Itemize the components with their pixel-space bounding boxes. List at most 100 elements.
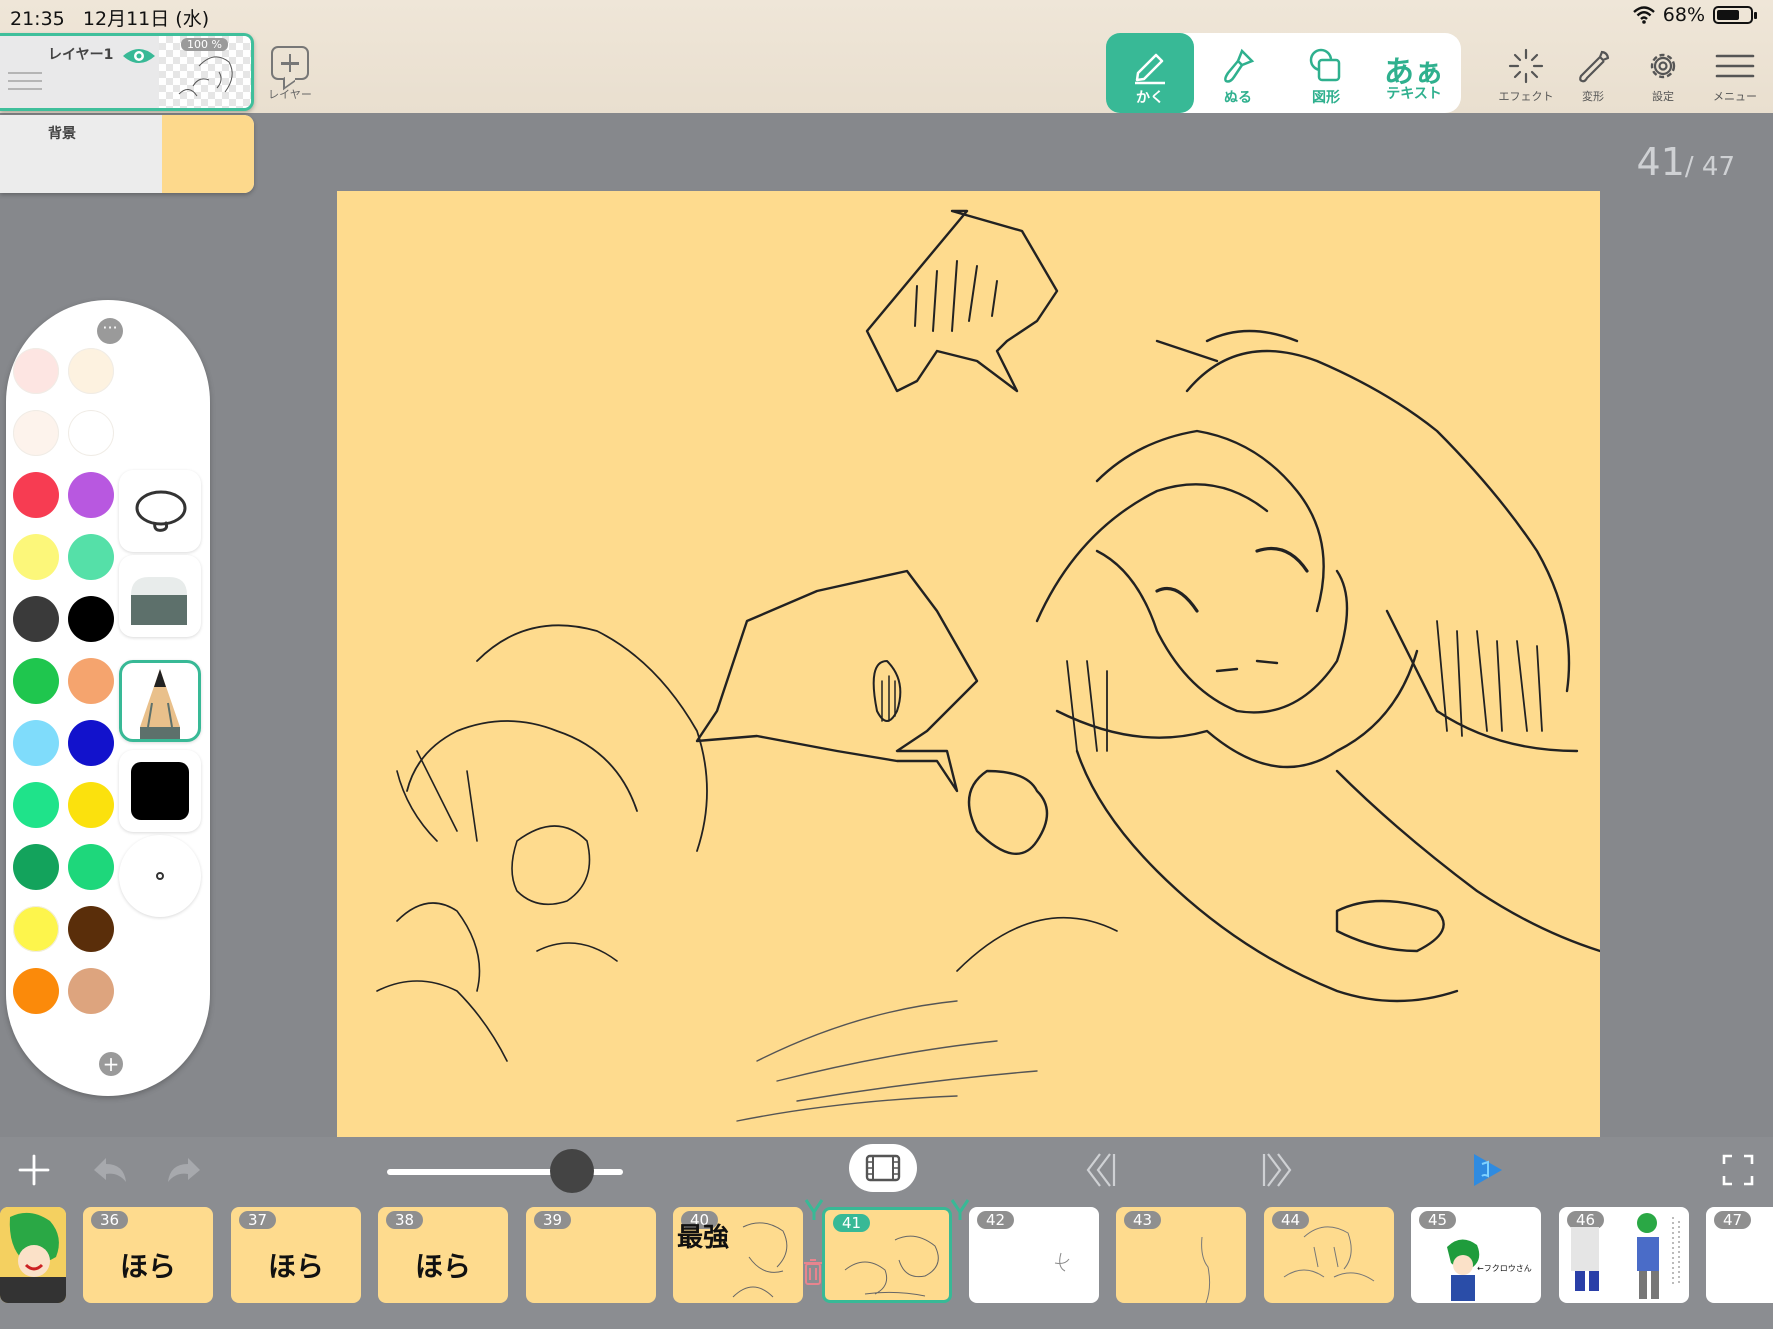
frame-thumb-44[interactable]: 44 <box>1264 1207 1394 1303</box>
frame-43-sketch <box>1201 1236 1211 1303</box>
color-swatch[interactable] <box>68 596 114 642</box>
layer-thumbnail: 100 % <box>159 36 251 108</box>
frame-number: 47 <box>1714 1211 1752 1229</box>
play-icon[interactable] <box>1464 1148 1508 1192</box>
add-layer-button[interactable]: レイヤー <box>264 46 316 102</box>
layer-opacity: 100 % <box>181 38 228 51</box>
lasso-icon <box>135 490 187 532</box>
frame-45-art <box>1447 1239 1480 1301</box>
eraser-tool[interactable] <box>119 555 201 637</box>
frame-thumb-46[interactable]: 46 <box>1559 1207 1689 1303</box>
frame-46-art <box>1571 1213 1680 1299</box>
color-swatch[interactable] <box>13 906 59 952</box>
frame-thumb-41[interactable]: 41 <box>822 1207 952 1303</box>
frame-thumb-47[interactable]: 47 <box>1706 1207 1773 1303</box>
mode-fill[interactable]: ぬる <box>1194 33 1282 113</box>
color-swatch[interactable] <box>68 844 114 890</box>
next-frame-icon[interactable] <box>1254 1148 1298 1192</box>
color-swatch[interactable] <box>13 658 59 704</box>
add-color-button[interactable]: + <box>99 1052 123 1076</box>
color-swatch[interactable] <box>13 534 59 580</box>
color-swatch[interactable] <box>13 472 59 518</box>
filmstrip-toggle-button[interactable] <box>849 1144 917 1192</box>
frame-number: 36 <box>91 1211 129 1229</box>
transform-button[interactable]: 変形 <box>1558 46 1628 104</box>
frame-thumb-39[interactable]: 39 <box>526 1207 656 1303</box>
more-options-icon[interactable]: ··· <box>97 318 123 344</box>
wrench-icon <box>1579 50 1610 83</box>
lasso-tool[interactable] <box>119 470 201 552</box>
color-swatch[interactable] <box>68 534 114 580</box>
eye-icon[interactable] <box>122 46 156 66</box>
brush-icon <box>1224 48 1255 83</box>
frame-marker-right-icon[interactable] <box>950 1198 970 1222</box>
frame-counter-total: / 47 <box>1684 152 1735 182</box>
color-swatch[interactable] <box>68 720 114 766</box>
color-swatch[interactable] <box>68 472 114 518</box>
fullscreen-icon[interactable] <box>1716 1148 1760 1192</box>
layer-row-background[interactable]: 背景 <box>0 115 254 193</box>
layer-name: 背景 <box>48 126 76 142</box>
frame-number: 38 <box>386 1211 424 1229</box>
frame-40-sketch <box>732 1222 788 1298</box>
battery-icon <box>1713 6 1757 24</box>
frame-thumb-40[interactable]: 40 最強 <box>673 1207 803 1303</box>
redo-icon[interactable] <box>162 1148 206 1192</box>
wifi-icon <box>1632 6 1655 24</box>
frame-thumb-38[interactable]: 38 ほら <box>378 1207 508 1303</box>
brush-size-button[interactable] <box>119 835 201 917</box>
mode-toolbar: かく ぬる 図形 あぁ テキスト <box>1106 33 1461 113</box>
mode-shapes[interactable]: 図形 <box>1282 33 1370 113</box>
tool-label: 変形 <box>1582 90 1604 103</box>
frame-41-sketch <box>844 1235 939 1297</box>
color-swatch[interactable] <box>13 844 59 890</box>
frame-text: ほら <box>119 1250 176 1283</box>
layer-name: レイヤー1 <box>48 47 114 63</box>
color-swatch[interactable] <box>68 782 114 828</box>
mode-draw[interactable]: かく <box>1106 33 1194 113</box>
frame-thumb-42[interactable]: 42 <box>969 1207 1099 1303</box>
add-frame-icon[interactable] <box>12 1148 56 1192</box>
settings-button[interactable]: 設定 <box>1628 46 1698 104</box>
delete-frame-icon[interactable] <box>803 1258 823 1286</box>
layer-row-1[interactable]: レイヤー1 100 % <box>0 33 254 111</box>
effect-sparkle-icon <box>1508 48 1544 84</box>
shapes-icon <box>1309 48 1341 82</box>
frame-marker-left-icon[interactable] <box>804 1198 824 1222</box>
color-swatch[interactable] <box>13 720 59 766</box>
pencil-tool[interactable] <box>119 660 201 742</box>
color-palette: ··· + <box>6 300 210 1096</box>
background-thumbnail <box>162 115 254 193</box>
effect-button[interactable]: エフェクト <box>1491 46 1561 104</box>
status-right: 68% <box>1632 4 1757 26</box>
previous-frame-icon[interactable] <box>1080 1148 1124 1192</box>
color-swatch[interactable] <box>13 968 59 1014</box>
color-swatch[interactable] <box>13 410 59 456</box>
color-swatch[interactable] <box>68 906 114 952</box>
frame-thumb-43[interactable]: 43 <box>1116 1207 1246 1303</box>
drag-handle-icon[interactable] <box>8 66 42 96</box>
slider-knob[interactable] <box>550 1149 594 1193</box>
color-swatch[interactable] <box>13 782 59 828</box>
mode-text[interactable]: あぁ テキスト <box>1370 33 1458 113</box>
color-swatch[interactable] <box>68 658 114 704</box>
frame-thumb-36[interactable]: 36 ほら <box>83 1207 213 1303</box>
color-swatch[interactable] <box>68 348 114 394</box>
drawing-canvas[interactable] <box>337 191 1600 1137</box>
gear-icon <box>1650 53 1676 79</box>
menu-button[interactable]: メニュー <box>1700 46 1770 104</box>
color-swatch[interactable] <box>68 410 114 456</box>
frame-44-sketch <box>1283 1226 1375 1282</box>
mode-label: かく <box>1136 90 1164 106</box>
text-icon: あぁ <box>1384 55 1444 90</box>
frame-thumb-35[interactable] <box>0 1207 66 1303</box>
sketch-drawing <box>376 209 1600 1122</box>
current-color-swatch[interactable] <box>119 750 201 832</box>
color-swatch[interactable] <box>13 348 59 394</box>
undo-icon[interactable] <box>88 1148 132 1192</box>
frame-thumb-37[interactable]: 37 ほら <box>231 1207 361 1303</box>
frame-thumb-45[interactable]: 45 ←フクロウさん <box>1411 1207 1541 1303</box>
color-swatch[interactable] <box>68 968 114 1014</box>
status-clock: 21:35 <box>10 8 65 30</box>
color-swatch[interactable] <box>13 596 59 642</box>
